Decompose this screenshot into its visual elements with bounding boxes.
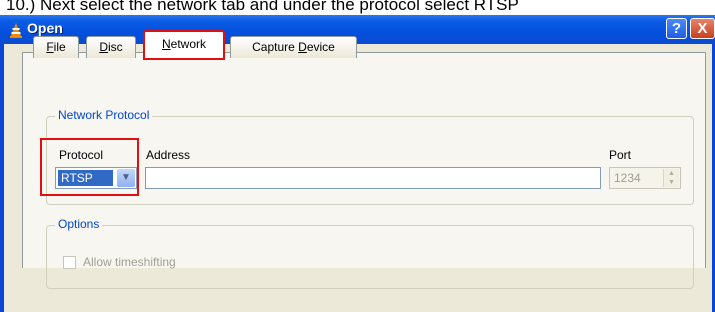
tab-network-hotkey: N: [161, 37, 171, 51]
tab-disc[interactable]: Disc: [86, 36, 136, 58]
spin-arrows-icon[interactable]: ▲ ▼: [663, 169, 679, 187]
port-value: 1234: [614, 171, 641, 185]
network-protocol-group: Network Protocol: [46, 108, 694, 205]
tab-network-label: etwork: [170, 37, 206, 51]
tab-file-label: ile: [53, 40, 66, 54]
instruction-caption: 10.) Next select the network tab and und…: [6, 0, 519, 14]
window-title: Open: [27, 20, 63, 36]
tab-capture-hotkey: D: [298, 40, 307, 54]
port-spinbox[interactable]: 1234 ▲ ▼: [609, 167, 681, 189]
tab-file-hotkey: F: [46, 40, 54, 54]
tab-capture-label: evice: [306, 40, 335, 54]
tab-file[interactable]: File: [33, 36, 79, 58]
tab-disc-label: isc: [108, 40, 123, 54]
tab-capture-device[interactable]: Capture Device: [230, 36, 357, 58]
tab-disc-hotkey: D: [99, 40, 108, 54]
tab-capture-prefix: Capture: [252, 40, 299, 54]
vlc-cone-icon: [10, 23, 22, 38]
network-protocol-group-label: Network Protocol: [55, 108, 153, 122]
address-label: Address: [146, 148, 191, 162]
timeshift-checkbox[interactable]: [63, 256, 76, 269]
timeshift-label: Allow timeshifting: [83, 255, 176, 269]
help-button[interactable]: ?: [666, 18, 687, 39]
address-input[interactable]: [145, 167, 601, 189]
options-group-label: Options: [55, 217, 103, 231]
protocol-highlight-box: [40, 138, 139, 196]
tab-network[interactable]: Network: [143, 30, 225, 60]
close-button[interactable]: X: [690, 18, 715, 39]
port-label: Port: [609, 148, 632, 162]
